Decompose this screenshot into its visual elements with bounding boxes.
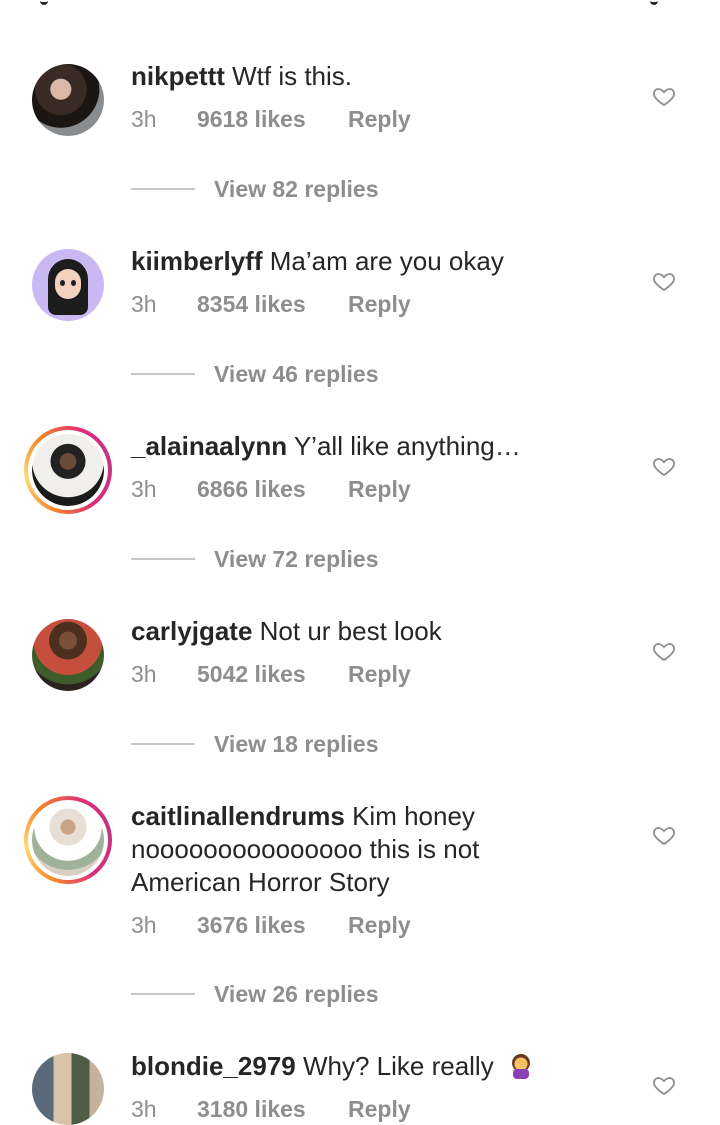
comment-time: 3h: [131, 912, 157, 938]
avatar-story-ring[interactable]: [24, 426, 112, 514]
comment-username[interactable]: blondie_2979: [131, 1051, 296, 1081]
view-replies-label: View 26 replies: [214, 981, 379, 1007]
heart-icon[interactable]: [652, 84, 676, 108]
heart-icon[interactable]: [652, 454, 676, 478]
comment-likes[interactable]: 3676 likes: [197, 910, 306, 940]
avatar[interactable]: [30, 247, 106, 323]
comment-username[interactable]: kiimberlyff: [131, 246, 263, 276]
avatar-image: [32, 1053, 104, 1125]
view-replies-label: View 18 replies: [214, 731, 379, 757]
comment-body: kiimberlyff Ma’am are you okay: [131, 245, 601, 278]
reply-button[interactable]: Reply: [348, 659, 411, 689]
comment-time: 3h: [131, 1096, 157, 1122]
avatar-image: [32, 64, 104, 136]
comment-username[interactable]: carlyjgate: [131, 616, 252, 646]
avatar[interactable]: [30, 62, 106, 138]
avatar[interactable]: [30, 617, 106, 693]
comment-likes[interactable]: 6866 likes: [197, 474, 306, 504]
comment-body: blondie_2979 Why? Like really: [131, 1050, 601, 1083]
replies-divider: [131, 373, 195, 375]
view-replies-label: View 46 replies: [214, 361, 379, 387]
avatar-image: [32, 434, 104, 506]
woman-facepalming-icon: [511, 1054, 530, 1079]
comment-likes[interactable]: 8354 likes: [197, 289, 306, 319]
replies-divider: [131, 993, 195, 995]
comment-text: Not ur best look: [259, 616, 442, 646]
comment-text: Wtf is this.: [232, 61, 353, 91]
avatar-image: [32, 619, 104, 691]
reply-button[interactable]: Reply: [348, 474, 411, 504]
story-ring-gap: [28, 800, 108, 880]
avatar-story-ring[interactable]: [24, 796, 112, 884]
heart-icon[interactable]: [652, 269, 676, 293]
reply-button[interactable]: Reply: [348, 289, 411, 319]
comment-body: carlyjgate Not ur best look: [131, 615, 601, 648]
comment-text: Ma’am are you okay: [269, 246, 504, 276]
comment-time: 3h: [131, 476, 157, 502]
avatar-image: [32, 249, 104, 321]
back-icon-fragment: [40, 0, 48, 5]
reply-button[interactable]: Reply: [348, 104, 411, 134]
top-cropped-edge: [0, 0, 720, 12]
comment-text: Y’all like anything…: [293, 431, 521, 461]
comment-likes[interactable]: 3180 likes: [197, 1094, 306, 1124]
comment-likes[interactable]: 5042 likes: [197, 659, 306, 689]
comment-body: _alainaalynn Y’all like anything…: [131, 430, 601, 463]
reply-button[interactable]: Reply: [348, 910, 411, 940]
heart-icon[interactable]: [652, 639, 676, 663]
comment-body: caitlinallendrums Kim honey nooooooooooo…: [131, 800, 551, 899]
story-ring-gap: [28, 430, 108, 510]
comment-username[interactable]: _alainaalynn: [131, 431, 287, 461]
comment-username[interactable]: nikpettt: [131, 61, 225, 91]
avatar[interactable]: [30, 1051, 106, 1125]
replies-divider: [131, 558, 195, 560]
avatar-image: [32, 804, 104, 876]
heart-icon[interactable]: [652, 823, 676, 847]
comment-time: 3h: [131, 291, 157, 317]
view-replies-label: View 82 replies: [214, 176, 379, 202]
comment-text: Why? Like really: [302, 1051, 494, 1081]
reply-button[interactable]: Reply: [348, 1094, 411, 1124]
replies-divider: [131, 743, 195, 745]
heart-icon[interactable]: [652, 1073, 676, 1097]
replies-divider: [131, 188, 195, 190]
comment-body: nikpettt Wtf is this.: [131, 60, 601, 93]
comment-time: 3h: [131, 661, 157, 687]
comment-username[interactable]: caitlinallendrums: [131, 801, 345, 831]
view-replies-label: View 72 replies: [214, 546, 379, 572]
comment-time: 3h: [131, 106, 157, 132]
menu-icon-fragment: [650, 0, 658, 5]
comment-likes[interactable]: 9618 likes: [197, 104, 306, 134]
